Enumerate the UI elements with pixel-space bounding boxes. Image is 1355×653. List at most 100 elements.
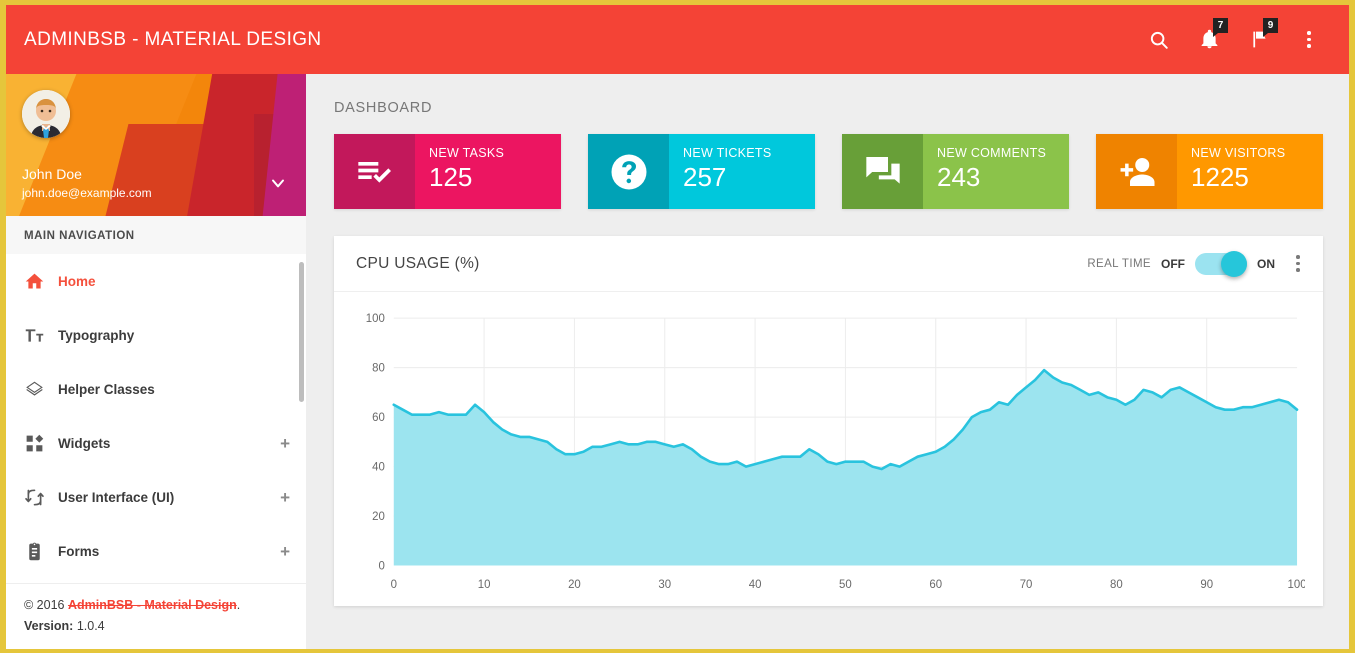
chart-more-button[interactable] <box>1285 249 1311 279</box>
sidebar-item-user-interface[interactable]: User Interface (UI) + <box>6 470 306 524</box>
app-brand-title[interactable]: ADMINBSB - MATERIAL DESIGN <box>24 29 322 51</box>
chevron-down-icon <box>272 179 284 188</box>
svg-text:80: 80 <box>372 363 385 375</box>
topbar-more-button[interactable] <box>1287 18 1331 62</box>
info-card-label: NEW TASKS <box>429 146 505 160</box>
sidebar-item-expand[interactable]: + <box>280 489 290 506</box>
layers-icon <box>24 379 50 400</box>
nav-scroll-container: Home Typography Helper Classes Widgets +… <box>6 254 306 583</box>
notifications-badge: 7 <box>1213 17 1228 37</box>
sidebar-scrollbar[interactable] <box>299 262 304 402</box>
svg-text:80: 80 <box>1110 579 1123 591</box>
info-card-new-visitors[interactable]: NEW VISITORS 1225 <box>1096 134 1323 209</box>
svg-text:70: 70 <box>1020 579 1033 591</box>
version-value: 1.0.4 <box>76 619 105 633</box>
sidebar-item-helper-classes[interactable]: Helper Classes <box>6 362 306 416</box>
copyright-prefix: © 2016 <box>24 598 68 612</box>
copyright-suffix: . <box>236 598 241 612</box>
sidebar-item-label: Forms <box>58 543 100 559</box>
top-navbar: ADMINBSB - MATERIAL DESIGN 7 9 <box>6 5 1349 74</box>
topbar-actions: 7 9 <box>1137 17 1349 62</box>
clipboard-icon <box>24 541 50 562</box>
sidebar-footer: © 2016 AdminBSB - Material Design. Versi… <box>6 583 306 649</box>
version-line: Version: 1.0.4 <box>24 619 288 633</box>
sidebar: John Doe john.doe@example.com MAIN NAVIG… <box>6 74 306 649</box>
info-card-value: 243 <box>937 162 981 192</box>
svg-text:40: 40 <box>749 579 762 591</box>
user-menu-toggle[interactable] <box>268 173 288 198</box>
info-card-body: NEW TICKETS 257 <box>669 134 815 209</box>
svg-text:0: 0 <box>378 561 384 573</box>
tasks-button[interactable]: 9 <box>1237 17 1281 62</box>
cpu-usage-area-chart: 0 20 40 60 80 100 0 10 20 30 40 50 60 70 80 90 100 <box>366 313 1305 591</box>
info-card-body: NEW VISITORS 1225 <box>1177 134 1323 209</box>
sidebar-item-home[interactable]: Home <box>6 254 306 308</box>
svg-text:10: 10 <box>478 579 491 591</box>
svg-text:40: 40 <box>372 462 385 474</box>
info-card-label: NEW TICKETS <box>683 146 772 160</box>
info-card-label: NEW COMMENTS <box>937 146 1047 160</box>
avatar[interactable] <box>22 90 70 138</box>
page-title: DASHBOARD <box>334 100 433 116</box>
notifications-button[interactable]: 7 <box>1187 17 1231 62</box>
tasks-badge: 9 <box>1263 17 1278 37</box>
svg-text:20: 20 <box>568 579 581 591</box>
search-icon <box>1148 29 1170 51</box>
chart-plot-area: 0 20 40 60 80 100 0 10 20 30 40 50 60 70 80 90 100 <box>334 292 1323 606</box>
info-card-new-comments[interactable]: NEW COMMENTS 243 <box>842 134 1069 209</box>
sidebar-item-label: Typography <box>58 327 135 343</box>
search-button[interactable] <box>1137 18 1181 62</box>
cpu-usage-card: CPU USAGE (%) REAL TIME OFF ON 0 20 40 60 80… <box>334 236 1323 606</box>
sidebar-item-widgets[interactable]: Widgets + <box>6 416 306 470</box>
info-card-icon-panel <box>334 134 415 209</box>
svg-text:60: 60 <box>372 412 385 424</box>
person-add-icon <box>1120 157 1154 186</box>
sidebar-item-typography[interactable]: Typography <box>6 308 306 362</box>
sidebar-item-expand[interactable]: + <box>280 435 290 452</box>
user-avatar-icon <box>22 90 70 138</box>
info-card-value: 257 <box>683 162 727 192</box>
info-card-icon-panel <box>588 134 669 209</box>
user-email: john.doe@example.com <box>22 186 152 200</box>
svg-text:90: 90 <box>1200 579 1213 591</box>
info-card-value: 125 <box>429 162 473 192</box>
info-card-new-tickets[interactable]: NEW TICKETS 257 <box>588 134 815 209</box>
user-name: John Doe <box>22 166 82 182</box>
main-content: DASHBOARD NEW TASKS 125 NEW TICKETS 257 … <box>306 74 1349 649</box>
chart-card-header: CPU USAGE (%) REAL TIME OFF ON <box>334 236 1323 292</box>
text-format-icon <box>24 325 50 346</box>
chart-title: CPU USAGE (%) <box>356 254 480 272</box>
info-card-icon-panel <box>842 134 923 209</box>
sidebar-user-panel[interactable]: John Doe john.doe@example.com <box>6 74 306 216</box>
widgets-icon <box>24 433 50 454</box>
info-card-row: NEW TASKS 125 NEW TICKETS 257 NEW COMMEN… <box>334 134 1323 209</box>
nav-list: Home Typography Helper Classes Widgets +… <box>6 254 306 578</box>
toggle-knob <box>1221 250 1247 277</box>
forum-icon <box>865 156 900 184</box>
info-card-label: NEW VISITORS <box>1191 146 1286 160</box>
copyright-link[interactable]: AdminBSB - Material Design <box>68 598 237 612</box>
svg-text:20: 20 <box>372 511 385 523</box>
more-vertical-icon <box>1296 255 1300 272</box>
info-card-body: NEW TASKS 125 <box>415 134 561 209</box>
swap-icon <box>24 487 50 508</box>
toggle-off-label: OFF <box>1161 256 1185 271</box>
realtime-toggle[interactable] <box>1195 250 1247 277</box>
help-circle-icon <box>611 154 646 189</box>
info-card-new-tasks[interactable]: NEW TASKS 125 <box>334 134 561 209</box>
info-card-body: NEW COMMENTS 243 <box>923 134 1069 209</box>
sidebar-item-forms[interactable]: Forms + <box>6 524 306 578</box>
info-card-icon-panel <box>1096 134 1177 209</box>
info-card-value: 1225 <box>1191 162 1249 192</box>
sidebar-item-label: Helper Classes <box>58 381 155 397</box>
sidebar-item-label: Home <box>58 273 96 289</box>
user-info: John Doe john.doe@example.com <box>22 165 152 202</box>
more-vertical-icon <box>1307 31 1311 48</box>
sidebar-item-expand[interactable]: + <box>280 543 290 560</box>
svg-text:100: 100 <box>1288 579 1305 591</box>
chart-card-tools: REAL TIME OFF ON <box>1087 249 1311 279</box>
toggle-on-label: ON <box>1257 256 1275 271</box>
version-label: Version: <box>24 619 74 633</box>
copyright-line: © 2016 AdminBSB - Material Design. <box>24 598 288 612</box>
home-icon <box>24 271 50 292</box>
